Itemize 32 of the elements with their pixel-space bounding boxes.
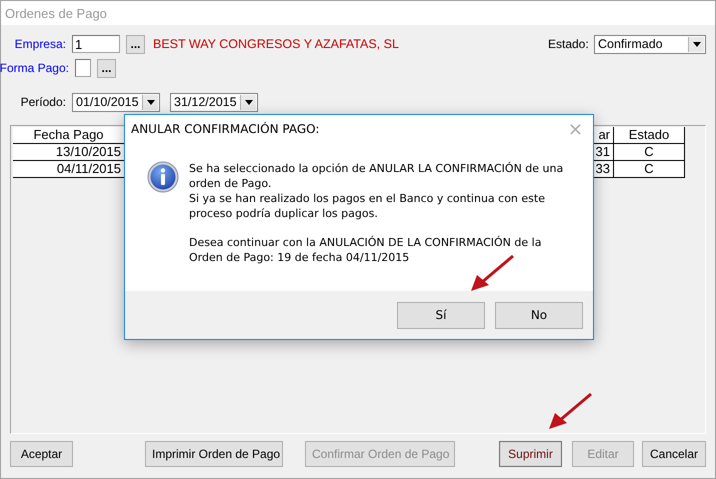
dialog-message: Desea continuar con la ANULACIÓN DE LA CONFIRMACIÓN de la Orden de Pago: 19 de fecha 04/11/2015	[189, 235, 542, 265]
column-header: Estado	[614, 127, 685, 144]
column-header: Fecha Pago	[13, 127, 125, 144]
empresa-field[interactable]: 1	[72, 35, 120, 53]
window-title: Ordenes de Pago	[5, 6, 107, 20]
date-picker[interactable]: 01/10/2015	[72, 92, 160, 112]
caret-icon	[244, 100, 252, 104]
caret-icon	[146, 100, 154, 104]
caret-icon	[692, 42, 700, 46]
table-cell: C	[614, 144, 685, 161]
action-button[interactable]: Cancelar	[642, 441, 706, 467]
table-cell: C	[614, 161, 685, 178]
annotation-arrow	[471, 254, 514, 291]
lookup-button[interactable]: ...	[97, 58, 116, 78]
annotation-arrow	[549, 392, 592, 429]
company-name: BEST WAY CONGRESOS Y AZAFATAS, SL	[153, 37, 399, 51]
action-button[interactable]: Aceptar	[10, 441, 73, 467]
info-icon	[147, 161, 179, 193]
empresa-label: Empresa:	[14, 37, 66, 51]
estado-label: Estado:	[548, 37, 588, 51]
forma-pago-field[interactable]	[75, 59, 91, 77]
table-cell: 04/11/2015	[13, 161, 125, 178]
action-button[interactable]: Suprimir	[499, 441, 562, 467]
action-button[interactable]: Imprimir Orden de Pago	[145, 441, 283, 467]
forma-pago-label: Forma Pago:	[0, 61, 69, 75]
periodo-label: Período:	[20, 95, 66, 109]
date-picker[interactable]: 31/12/2015	[170, 92, 258, 112]
estado-select[interactable]: Confirmado	[594, 34, 706, 54]
table-cell: 13/10/2015	[13, 144, 125, 161]
lookup-button[interactable]: ...	[126, 34, 145, 54]
dialog-button[interactable]: Sí	[397, 302, 485, 328]
dialog-button[interactable]: No	[495, 302, 583, 328]
